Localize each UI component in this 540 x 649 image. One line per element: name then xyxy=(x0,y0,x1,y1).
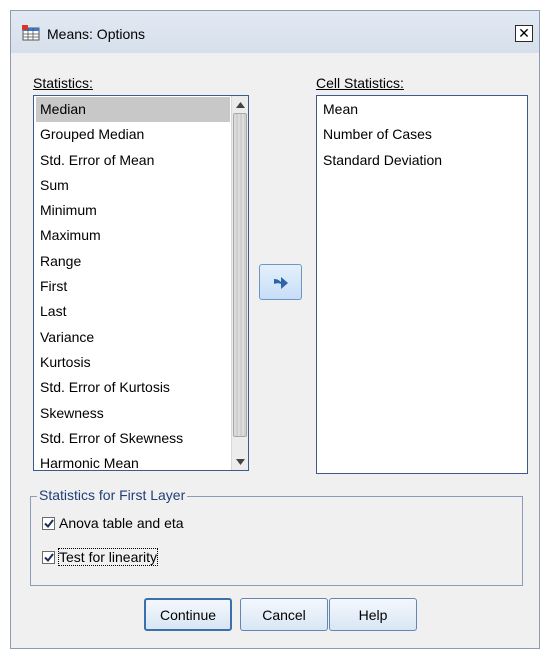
list-item[interactable]: Maximum xyxy=(36,223,230,248)
cancel-label: Cancel xyxy=(262,606,306,623)
help-label: Help xyxy=(358,606,388,623)
continue-button[interactable]: Continue xyxy=(144,598,232,631)
list-item[interactable]: Std. Error of Kurtosis xyxy=(36,375,230,400)
checkmark-icon xyxy=(43,552,54,562)
statistics-label: Statistics: xyxy=(33,75,93,91)
statistics-listbox[interactable]: Median Grouped Median Std. Error of Mean Su… xyxy=(33,95,249,471)
title-bar[interactable]: Means: Options ✕ xyxy=(11,11,539,53)
spss-table-icon xyxy=(22,25,40,41)
list-item[interactable]: Sum xyxy=(36,173,230,198)
anova-checkbox[interactable] xyxy=(42,516,55,530)
scroll-up-arrow[interactable] xyxy=(233,97,248,112)
cell-statistics-label: Cell Statistics: xyxy=(316,75,404,91)
list-item[interactable]: Last xyxy=(36,299,230,324)
list-item[interactable]: Grouped Median xyxy=(36,122,230,147)
vertical-scrollbar[interactable] xyxy=(231,96,248,470)
list-item[interactable]: Harmonic Mean xyxy=(36,451,230,476)
scroll-thumb[interactable] xyxy=(233,113,247,437)
linearity-checkbox[interactable] xyxy=(42,550,55,564)
statistics-items: Median Grouped Median Std. Error of Mean Su… xyxy=(36,97,230,476)
list-item[interactable]: Mean xyxy=(319,97,525,122)
list-item[interactable]: Kurtosis xyxy=(36,350,230,375)
list-item[interactable]: Std. Error of Mean xyxy=(36,148,230,173)
continue-label: Continue xyxy=(159,606,217,623)
cell-statistics-items: Mean Number of Cases Standard Deviation xyxy=(319,97,525,173)
arrow-up-icon xyxy=(236,101,245,108)
anova-label: Anova table and eta xyxy=(59,515,184,531)
list-item[interactable]: Variance xyxy=(36,325,230,350)
checkmark-icon xyxy=(43,518,54,528)
cell-statistics-listbox[interactable]: Mean Number of Cases Standard Deviation xyxy=(316,95,528,474)
move-to-cell-statistics-button[interactable] xyxy=(259,264,302,300)
list-item[interactable]: Std. Error of Skewness xyxy=(36,426,230,451)
dialog-body: Statistics: Median Grouped Median Std. Err… xyxy=(11,53,539,648)
list-item[interactable]: First xyxy=(36,274,230,299)
scroll-down-arrow[interactable] xyxy=(233,454,248,469)
linearity-label: Test for linearity xyxy=(57,548,159,566)
close-icon: ✕ xyxy=(518,25,530,41)
window-title: Means: Options xyxy=(47,26,146,42)
right-arrow-icon xyxy=(273,277,288,289)
list-item[interactable]: Range xyxy=(36,249,230,274)
means-options-dialog: Means: Options ✕ Statistics: Median Group… xyxy=(10,10,540,649)
anova-checkbox-row[interactable]: Anova table and eta xyxy=(42,515,184,531)
list-item[interactable]: Number of Cases xyxy=(319,122,525,147)
list-item[interactable]: Median xyxy=(36,97,230,123)
close-button[interactable]: ✕ xyxy=(515,25,533,42)
help-button[interactable]: Help xyxy=(329,598,417,631)
cancel-button[interactable]: Cancel xyxy=(240,598,328,631)
list-item[interactable]: Skewness xyxy=(36,401,230,426)
list-item[interactable]: Minimum xyxy=(36,198,230,223)
first-layer-legend: Statistics for First Layer xyxy=(37,487,188,503)
arrow-down-icon xyxy=(236,458,245,465)
first-layer-groupbox: Statistics for First Layer Anova table a… xyxy=(30,487,523,586)
linearity-checkbox-row[interactable]: Test for linearity xyxy=(42,548,159,566)
list-item[interactable]: Standard Deviation xyxy=(319,148,525,173)
